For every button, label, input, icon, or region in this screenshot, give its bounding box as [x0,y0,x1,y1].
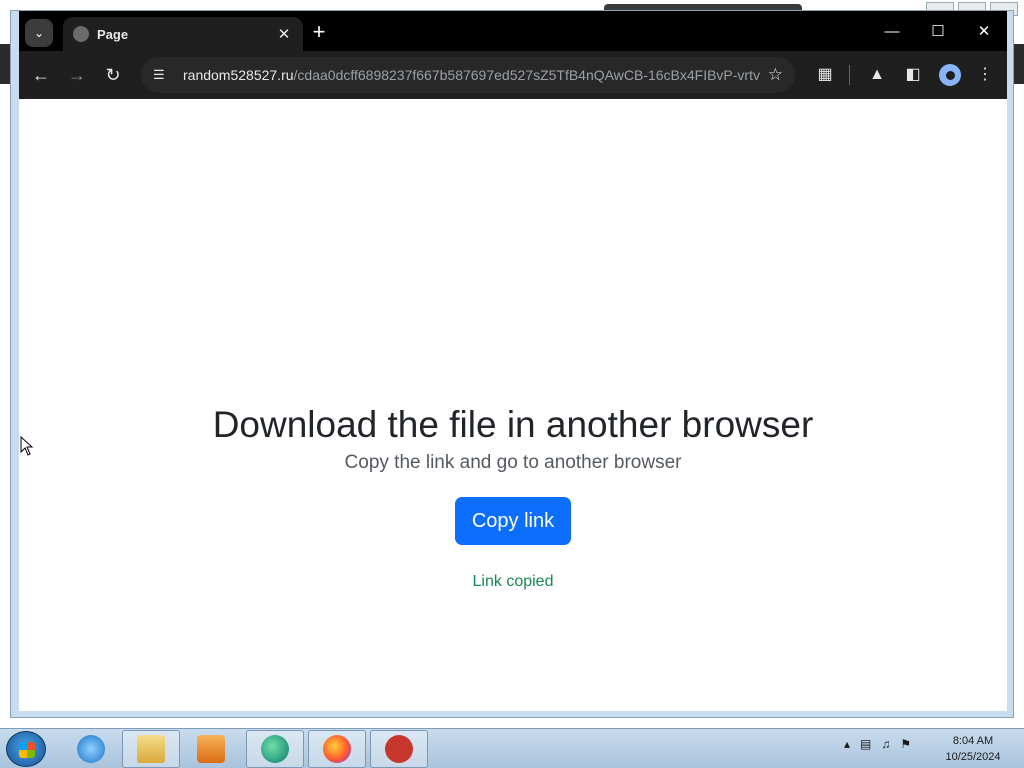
taskbar-edge[interactable] [246,730,304,768]
back-button[interactable]: ← [29,63,53,87]
clock-date: 10/25/2024 [945,751,1001,763]
new-tab-button[interactable]: + [307,21,331,45]
page-heading: Download the file in another browser [212,404,814,445]
clock-time: 8:04 AM [952,735,994,747]
toolbar-separator [849,65,850,85]
firefox-icon [323,735,351,763]
folder-icon [137,735,165,763]
address-bar[interactable]: ☰ random528527.ru/cdaa0dcff6898237f667b5… [141,57,795,93]
maximize-button[interactable]: ☐ [915,11,961,51]
taskbar-file-explorer[interactable] [122,730,180,768]
chevron-down-icon: ⌄ [33,26,45,40]
mouse-cursor-icon [20,436,34,456]
extensions-icon[interactable]: ▦ [813,63,837,87]
link-copied-status: Link copied [472,573,554,590]
taskbar-psiphon[interactable] [370,730,428,768]
tab-page[interactable]: Page ✕ [63,17,303,51]
taskbar-internet-explorer[interactable] [62,730,120,768]
close-window-button[interactable]: ✕ [961,11,1007,51]
volume-muted-icon[interactable]: ♫ [881,737,890,751]
taskbar: ▴ ▤ ♫ ⚑ 8:04 AM 10/25/2024 [0,728,1024,768]
site-info-icon[interactable]: ☰ [153,67,173,83]
url-path: /cdaa0dcff6898237f667b587697ed527sZ5TfB4… [293,67,760,83]
taskbar-clock[interactable]: 8:04 AM 10/25/2024 [936,733,1010,765]
copy-link-button[interactable]: Copy link [455,497,571,545]
tab-title: Page [97,26,129,42]
taskbar-media-player[interactable] [182,730,240,768]
psiphon-icon [385,735,413,763]
window-controls: — ☐ ✕ [869,11,1007,51]
globe-icon [73,26,89,42]
edge-icon [261,735,289,763]
media-player-icon [197,735,225,763]
url-text[interactable]: random528527.ru/cdaa0dcff6898237f667b587… [183,67,760,83]
start-button[interactable] [6,731,46,767]
page-subheading: Copy the link and go to another browser [344,452,682,473]
menu-kebab-icon[interactable]: ⋮ [973,63,997,87]
taskbar-firefox[interactable] [308,730,366,768]
network-icon[interactable]: ▤ [860,737,871,751]
tab-search-button[interactable]: ⌄ [25,19,53,47]
tab-strip: ⌄ Page ✕ + — ☐ ✕ [19,11,1007,51]
action-center-flag-icon[interactable]: ⚑ [900,737,911,751]
browser-toolbar: ← → ↻ ☰ random528527.ru/cdaa0dcff6898237… [19,51,1007,99]
browser-chrome: ⌄ Page ✕ + — ☐ ✕ ← → ↻ ☰ random528527.ru… [19,11,1007,99]
show-hidden-icons-icon[interactable]: ▴ [844,737,850,751]
side-panel-icon[interactable]: ◧ [901,63,925,87]
main-content: Download the file in another browser Cop… [19,403,1007,591]
bookmark-star-icon[interactable]: ☆ [768,65,783,85]
forward-button[interactable]: → [65,63,89,87]
internet-explorer-icon [77,735,105,763]
reload-button[interactable]: ↻ [101,63,125,87]
url-host: random528527.ru [183,67,294,83]
page-viewport: Download the file in another browser Cop… [19,99,1007,711]
tab-close-icon[interactable]: ✕ [275,25,293,43]
system-tray: ▴ ▤ ♫ ⚑ [844,737,911,751]
windows-logo-icon [19,742,35,758]
labs-flask-icon[interactable]: ▲ [865,63,889,87]
minimize-button[interactable]: — [869,11,915,51]
profile-avatar-icon[interactable] [939,64,961,86]
browser-window: ⌄ Page ✕ + — ☐ ✕ ← → ↻ ☰ random528527.ru… [10,10,1014,718]
